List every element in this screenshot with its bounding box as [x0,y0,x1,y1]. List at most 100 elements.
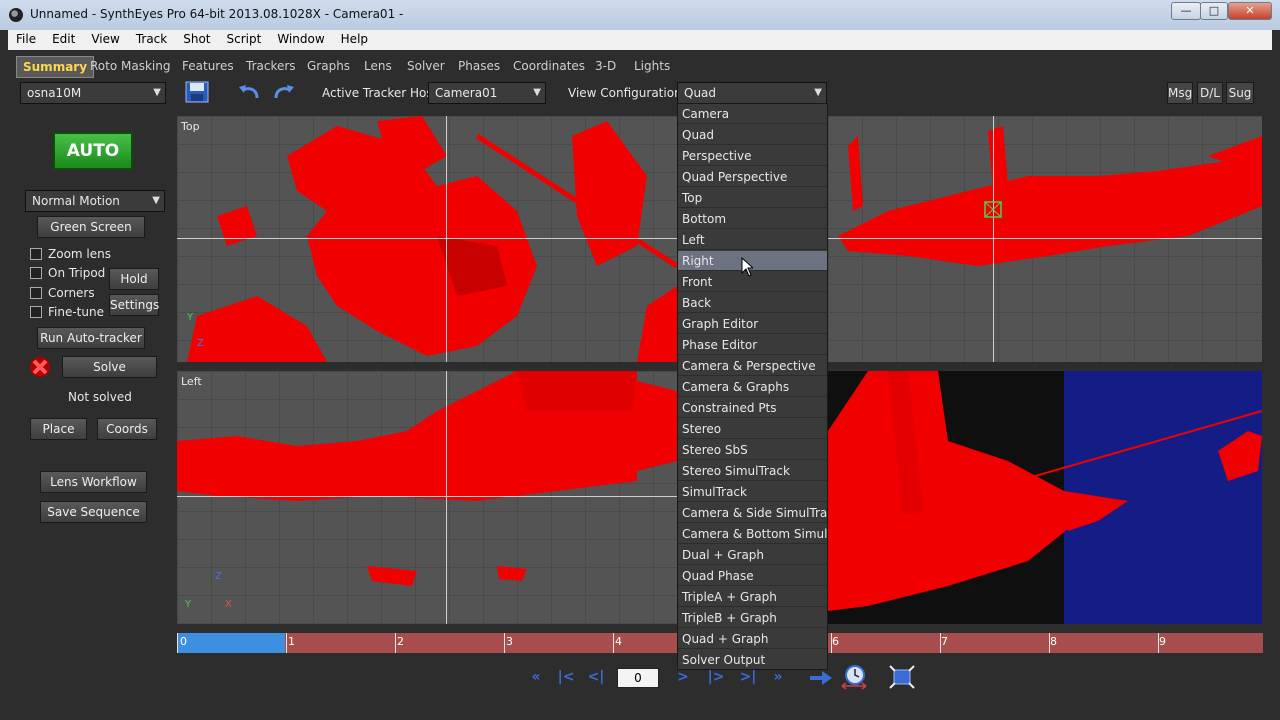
menu-item-stereo-simultrack[interactable]: Stereo SimulTrack [678,461,827,481]
menu-window[interactable]: Window [269,30,332,50]
menu-file[interactable]: File [8,30,44,50]
view-config-select[interactable]: Quad ▼ [677,82,827,104]
menu-item-camera-graphs[interactable]: Camera & Graphs [678,377,827,397]
menu-shot[interactable]: Shot [175,30,218,50]
tab-3d[interactable]: 3-D [595,56,616,78]
app-icon [9,8,23,22]
timeline-tick-label: 4 [615,635,622,648]
current-frame-input[interactable]: 0 [617,668,659,688]
menu-item-phase-editor[interactable]: Phase Editor [678,335,827,355]
minimize-button[interactable]: — [1171,2,1201,20]
timeline-played-range [177,633,285,653]
menu-item-bottom[interactable]: Bottom [678,209,827,229]
menu-item-dual-graph[interactable]: Dual + Graph [678,545,827,565]
menu-item-tripleb-graph[interactable]: TripleB + Graph [678,608,827,628]
go-to-end-icon[interactable]: >| [737,668,759,688]
tab-lights[interactable]: Lights [634,56,670,78]
tab-lens[interactable]: Lens [364,56,392,78]
fast-forward-icon[interactable]: » [767,668,789,688]
zoom-lens-checkbox[interactable] [30,248,42,260]
msg-button[interactable]: Msg [1167,82,1193,104]
menu-item-solver-output[interactable]: Solver Output [678,650,827,669]
step-back-icon[interactable]: <| [585,668,607,688]
timeline-tick-label: 9 [1159,635,1166,648]
shot-select[interactable]: osna10M ▼ [20,82,166,104]
menu-item-front[interactable]: Front [678,272,827,292]
dl-button[interactable]: D/L [1197,82,1223,104]
top-viewport[interactable]: Top Y Z [177,116,677,362]
menu-item-quad-perspective[interactable]: Quad Perspective [678,167,827,187]
playback-direction-icon[interactable] [808,667,834,689]
menu-item-back[interactable]: Back [678,293,827,313]
rewind-icon[interactable]: « [525,668,547,688]
motion-select[interactable]: Normal Motion ▼ [25,190,165,212]
menu-item-simultrack[interactable]: SimulTrack [678,482,827,502]
menu-item-camera[interactable]: Camera [678,104,827,124]
tab-trackers[interactable]: Trackers [246,56,296,78]
go-to-start-icon[interactable]: |< [555,668,577,688]
corners-checkbox[interactable] [30,287,42,299]
menu-item-constrained-pts[interactable]: Constrained Pts [678,398,827,418]
menu-help[interactable]: Help [333,30,376,50]
run-auto-tracker-button[interactable]: Run Auto-tracker [37,327,145,349]
maximize-button[interactable]: □ [1200,2,1228,20]
undo-icon[interactable] [237,81,261,103]
auto-button[interactable]: AUTO [53,132,133,170]
menu-edit[interactable]: Edit [44,30,83,50]
save-sequence-button[interactable]: Save Sequence [40,501,147,523]
place-button[interactable]: Place [30,418,87,440]
menu-view[interactable]: View [83,30,127,50]
origin-axis-vertical [446,116,447,362]
tab-summary[interactable]: Summary [16,56,95,78]
lens-workflow-button[interactable]: Lens Workflow [40,471,147,493]
coords-button[interactable]: Coords [97,418,157,440]
settings-button[interactable]: Settings [109,294,159,316]
menu-item-camera-bottom-simultrack[interactable]: Camera & Bottom SimulTrack [678,524,827,544]
menu-item-stereo[interactable]: Stereo [678,419,827,439]
menu-script[interactable]: Script [219,30,270,50]
menu-item-graph-editor[interactable]: Graph Editor [678,314,827,334]
solve-button[interactable]: Solve [62,356,157,378]
fine-tune-checkbox[interactable] [30,306,42,318]
left-viewport[interactable]: Left Z Y X [177,371,677,624]
room-tabs: Summary Roto Masking Features Trackers G… [8,54,1272,78]
close-button[interactable]: ✕ [1228,2,1272,20]
fit-view-icon[interactable] [888,664,916,690]
tab-phases[interactable]: Phases [458,56,500,78]
menu-item-quad-graph[interactable]: Quad + Graph [678,629,827,649]
menu-item-triplea-graph[interactable]: TripleA + Graph [678,587,827,607]
on-tripod-checkbox[interactable] [30,267,42,279]
tab-features[interactable]: Features [182,56,234,78]
playback-rate-icon[interactable] [840,664,868,690]
tab-graphs[interactable]: Graphs [307,56,350,78]
step-forward-icon[interactable]: |> [705,668,727,688]
menu-item-quad[interactable]: Quad [678,125,827,145]
menu-item-right[interactable]: Right [678,251,827,271]
tab-coordinates[interactable]: Coordinates [513,56,585,78]
title-bar: Unnamed - SynthEyes Pro 64-bit 2013.08.1… [0,0,1280,30]
green-screen-button[interactable]: Green Screen [37,216,145,238]
menu-item-stereo-sbs[interactable]: Stereo SbS [678,440,827,460]
menu-track[interactable]: Track [128,30,175,50]
save-icon[interactable] [185,81,209,103]
menu-item-top[interactable]: Top [678,188,827,208]
camera-viewport[interactable] [828,371,1262,624]
redo-icon[interactable] [272,81,296,103]
tab-solver[interactable]: Solver [407,56,445,78]
menu-item-camera-perspective[interactable]: Camera & Perspective [678,356,827,376]
play-forward-icon[interactable]: > [672,668,694,688]
origin-axis-horizontal [828,238,1262,239]
camera-marker-icon [984,201,1002,218]
view-config-label: View Configuration: [568,86,686,100]
menu-item-perspective[interactable]: Perspective [678,146,827,166]
sug-button[interactable]: Sug [1226,82,1254,104]
timeline-tick [286,633,287,653]
menu-item-left[interactable]: Left [678,230,827,250]
upper-right-viewport[interactable] [828,116,1262,362]
tracker-point-cloud [828,371,1262,611]
menu-item-camera-side-simultrack[interactable]: Camera & Side SimulTrack [678,503,827,523]
hold-button[interactable]: Hold [109,268,159,290]
menu-item-quad-phase[interactable]: Quad Phase [678,566,827,586]
active-tracker-host-select[interactable]: Camera01 ▼ [428,82,546,104]
tab-roto-masking[interactable]: Roto Masking [90,56,170,78]
